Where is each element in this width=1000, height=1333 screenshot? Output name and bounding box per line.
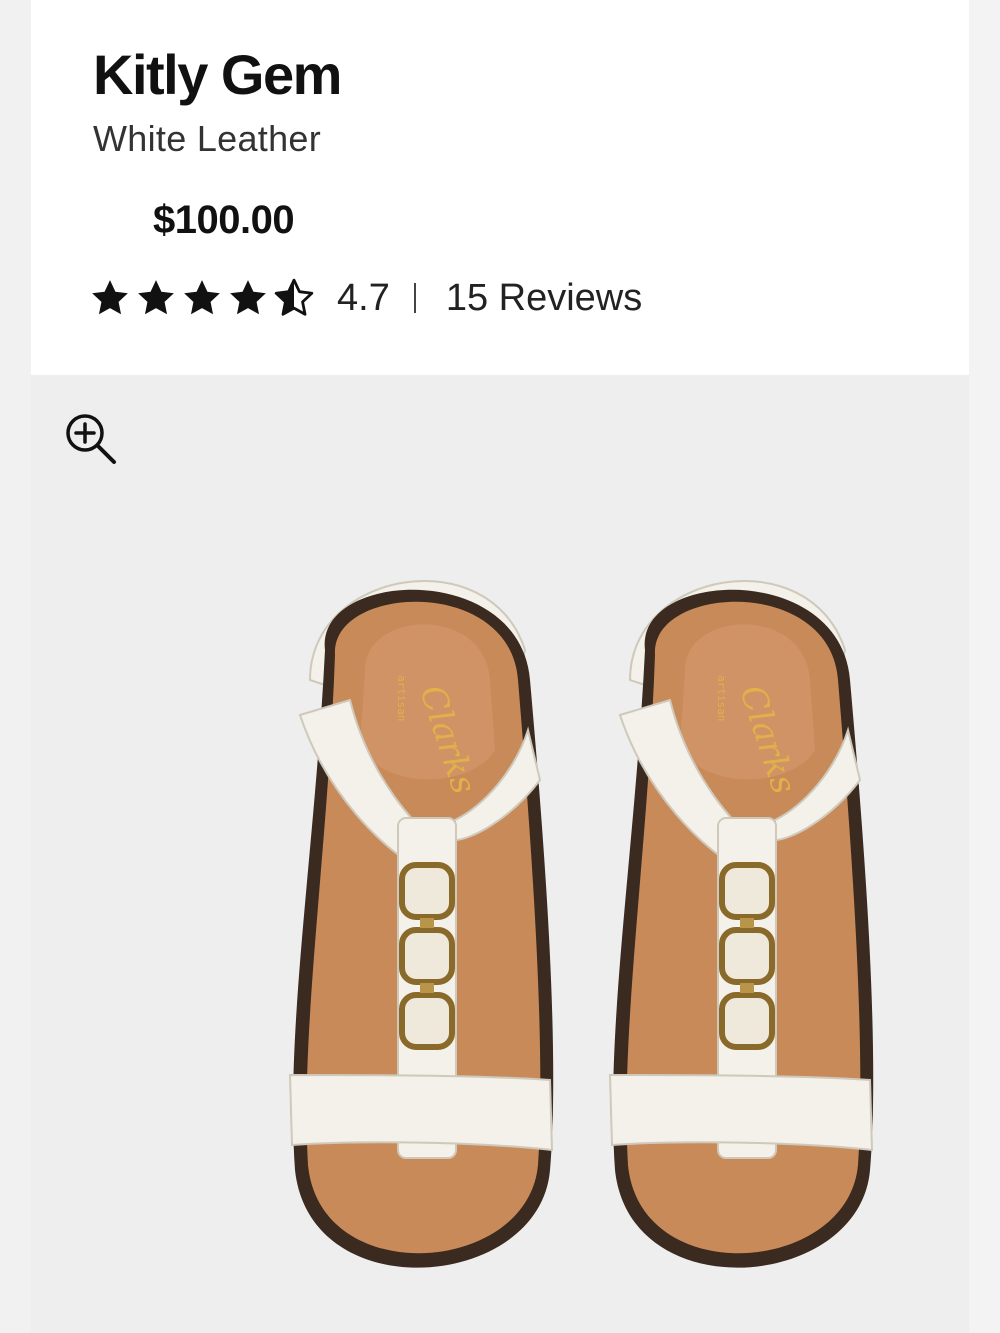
sandal-pair-image: Clarks artisan xyxy=(270,530,910,1320)
rating-value: 4.7 xyxy=(337,276,390,319)
product-title: Kitly Gem xyxy=(93,43,342,106)
zoom-in-icon xyxy=(66,414,116,464)
product-price: $100.00 xyxy=(153,198,295,242)
star-full-icon xyxy=(230,280,266,315)
zoom-button[interactable] xyxy=(60,408,120,468)
star-full-icon xyxy=(92,280,128,315)
product-color: White Leather xyxy=(93,118,322,159)
star-full-icon xyxy=(184,280,220,315)
rating-row[interactable]: 4.7 15 Reviews xyxy=(89,274,642,322)
page-edge xyxy=(969,0,1000,1333)
reviews-link[interactable]: 15 Reviews xyxy=(446,277,642,320)
rating-divider xyxy=(413,283,416,313)
product-info-card: Kitly Gem White Leather $100.00 4.7 15 R… xyxy=(31,0,969,375)
star-half-icon xyxy=(274,278,314,316)
product-image[interactable]: Clarks artisan xyxy=(270,530,910,1320)
star-full-icon xyxy=(138,280,174,315)
star-rating xyxy=(89,277,315,319)
